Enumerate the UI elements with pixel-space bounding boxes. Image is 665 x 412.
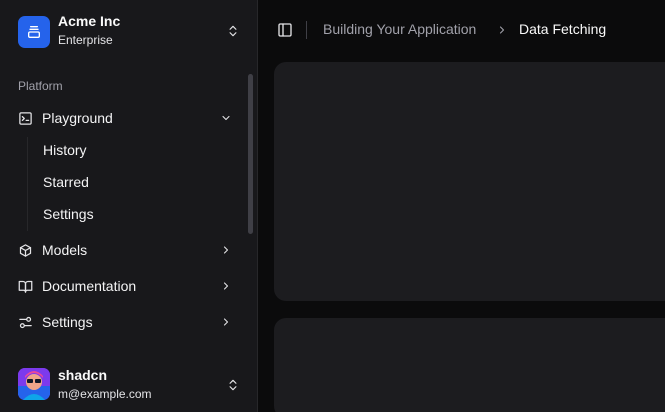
sidebar-item-playground[interactable]: Playground xyxy=(8,103,242,133)
main-content: Building Your Application Data Fetching xyxy=(258,0,665,412)
bot-icon xyxy=(19,244,32,257)
sidebar-subitem-settings[interactable]: Settings xyxy=(34,201,234,227)
breadcrumb-current-page: Data Fetching xyxy=(519,21,607,37)
sidebar-group-label: Platform xyxy=(18,79,63,93)
user-menu[interactable]: shadcn m@example.com xyxy=(8,360,250,408)
sidebar-subitem-label: Settings xyxy=(43,206,94,222)
header: Building Your Application Data Fetching xyxy=(258,0,665,60)
user-name: shadcn xyxy=(58,367,108,383)
sidebar: Acme Inc Enterprise Platform Playground … xyxy=(0,0,258,412)
avatar xyxy=(18,368,50,400)
terminal-icon xyxy=(19,112,32,125)
sidebar-item-label: Playground xyxy=(42,110,113,126)
chevron-right-icon xyxy=(223,246,229,254)
sidebar-subitem-history[interactable]: History xyxy=(34,137,234,163)
settings-icon xyxy=(19,316,32,329)
content-card xyxy=(274,62,665,301)
submenu-guide-line xyxy=(27,137,28,231)
sidebar-item-label: Settings xyxy=(42,314,93,330)
panel-left-icon xyxy=(278,23,292,37)
chevron-right-icon xyxy=(223,282,229,290)
user-email: m@example.com xyxy=(58,387,152,401)
chevron-right-icon xyxy=(223,318,229,326)
chevrons-up-down-icon xyxy=(229,379,237,391)
book-icon xyxy=(18,280,33,293)
stack-icon xyxy=(28,26,40,38)
sidebar-item-settings[interactable]: Settings xyxy=(8,307,242,337)
sidebar-item-label: Documentation xyxy=(42,278,137,294)
chevron-right-icon xyxy=(499,26,505,34)
sidebar-subitem-label: Starred xyxy=(43,174,89,190)
sidebar-item-models[interactable]: Models xyxy=(8,235,242,265)
team-plan: Enterprise xyxy=(58,33,113,47)
chevron-down-icon xyxy=(222,115,230,121)
sidebar-subitem-label: History xyxy=(43,142,87,158)
sidebar-item-documentation[interactable]: Documentation xyxy=(8,271,242,301)
chevrons-up-down-icon xyxy=(229,25,237,37)
breadcrumb-parent-link[interactable]: Building Your Application xyxy=(323,21,476,37)
sidebar-scrollbar[interactable] xyxy=(248,74,253,234)
content-card xyxy=(274,318,665,412)
team-logo xyxy=(18,16,50,48)
team-switcher[interactable]: Acme Inc Enterprise xyxy=(8,6,250,56)
sidebar-toggle-button[interactable] xyxy=(274,19,296,41)
team-name: Acme Inc xyxy=(58,13,121,29)
sidebar-item-label: Models xyxy=(42,242,88,258)
sidebar-subitem-starred[interactable]: Starred xyxy=(34,169,234,195)
separator xyxy=(306,21,307,39)
